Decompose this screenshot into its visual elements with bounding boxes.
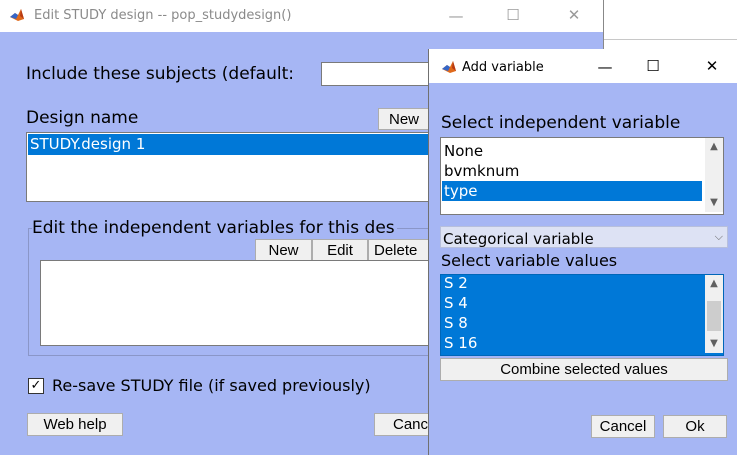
- independent-variable-list[interactable]: None bvmknum type ▲ ▼: [440, 137, 724, 215]
- web-help-button[interactable]: Web help: [27, 413, 123, 436]
- resave-label: Re-save STUDY file (if saved previously): [52, 376, 371, 395]
- resave-checkbox[interactable]: ✓: [28, 378, 44, 394]
- chevron-down-icon: ⌵: [714, 230, 723, 243]
- scrollbar[interactable]: ▲ ▼: [705, 275, 723, 353]
- add-variable-window: Add variable — ☐ ✕ Select independent va…: [428, 49, 737, 455]
- delete-variable-button[interactable]: Delete: [368, 239, 430, 261]
- scroll-down-icon[interactable]: ▼: [705, 337, 723, 351]
- scroll-thumb[interactable]: [707, 301, 721, 331]
- list-item[interactable]: bvmknum: [442, 161, 704, 181]
- design-list-item[interactable]: STUDY.design 1: [28, 134, 433, 155]
- matlab-icon: [442, 61, 456, 73]
- cancel-button[interactable]: Canc: [374, 413, 432, 436]
- background-window: [600, 0, 737, 40]
- edit-variable-button[interactable]: Edit: [312, 239, 368, 261]
- list-item-selected[interactable]: S 2: [442, 275, 704, 293]
- combine-values-button[interactable]: Combine selected values: [440, 358, 728, 381]
- select-independent-label: Select independent variable: [441, 113, 681, 133]
- list-item-selected[interactable]: type: [442, 181, 702, 201]
- minimize-icon[interactable]: —: [446, 8, 466, 24]
- minimize-icon[interactable]: —: [595, 59, 615, 75]
- maximize-icon[interactable]: ☐: [503, 7, 523, 23]
- close-icon[interactable]: ✕: [702, 58, 722, 74]
- variable-values-list[interactable]: S 2 S 4 S 8 S 16 ▲ ▼: [440, 274, 724, 356]
- variables-list[interactable]: [40, 260, 434, 346]
- new-variable-button[interactable]: New: [255, 239, 312, 261]
- edit-window-title: Edit STUDY design -- pop_studydesign(): [34, 8, 292, 23]
- scroll-up-icon[interactable]: ▲: [705, 140, 723, 154]
- select-values-label: Select variable values: [441, 251, 618, 270]
- maximize-icon[interactable]: ☐: [643, 58, 663, 74]
- list-item[interactable]: None: [442, 141, 704, 161]
- scroll-up-icon[interactable]: ▲: [705, 277, 723, 291]
- list-item-selected[interactable]: S 16: [442, 333, 704, 353]
- add-variable-titlebar[interactable]: Add variable — ☐ ✕: [429, 49, 737, 83]
- cancel-button[interactable]: Cancel: [591, 415, 655, 438]
- list-item-selected[interactable]: S 8: [442, 313, 704, 333]
- edit-variables-label: Edit the independent variables for this …: [32, 218, 397, 238]
- scrollbar[interactable]: ▲ ▼: [705, 138, 723, 212]
- variable-type-select[interactable]: Categorical variable ⌵: [440, 226, 728, 248]
- include-subjects-label: Include these subjects (default:: [26, 64, 294, 84]
- add-variable-title: Add variable: [462, 60, 544, 75]
- design-list[interactable]: STUDY.design 1: [26, 132, 434, 202]
- matlab-icon: [10, 9, 24, 21]
- variable-type-value: Categorical variable: [443, 230, 594, 248]
- new-design-button[interactable]: New: [378, 108, 430, 130]
- include-subjects-input[interactable]: [321, 62, 433, 86]
- list-item-selected[interactable]: S 4: [442, 293, 704, 313]
- edit-window-titlebar[interactable]: Edit STUDY design -- pop_studydesign() —…: [0, 0, 603, 32]
- design-name-label: Design name: [26, 108, 139, 128]
- scroll-down-icon[interactable]: ▼: [705, 196, 723, 210]
- ok-button[interactable]: Ok: [663, 415, 727, 438]
- close-icon[interactable]: ✕: [564, 7, 584, 23]
